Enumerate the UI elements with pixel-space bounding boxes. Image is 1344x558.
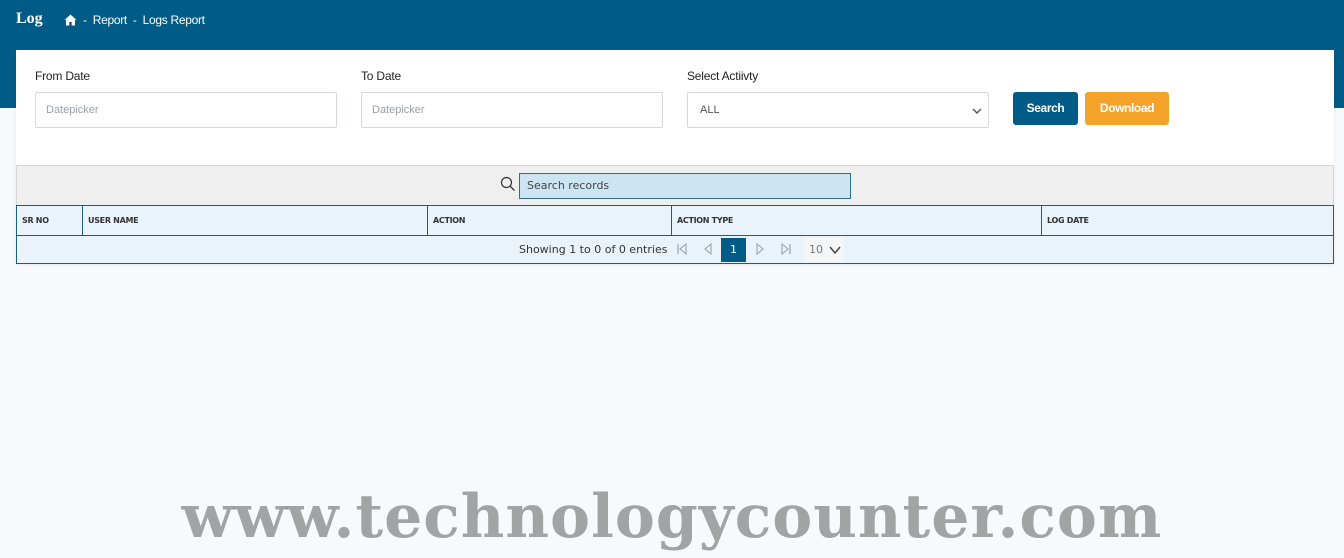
activity-select[interactable]: ALL: [687, 92, 989, 128]
chevron-down-icon: [972, 108, 982, 114]
breadcrumb-report[interactable]: Report: [93, 13, 128, 27]
chevron-down-icon: [829, 246, 841, 255]
page-size-value: 10: [809, 243, 823, 256]
column-header-user-name[interactable]: USER NAME: [83, 206, 428, 235]
column-header-log-date[interactable]: LOG DATE: [1042, 206, 1333, 235]
current-page-button[interactable]: 1: [721, 238, 746, 262]
next-page-icon[interactable]: [754, 243, 766, 255]
breadcrumb-separator: -: [132, 13, 137, 27]
page-size-select[interactable]: 10: [804, 238, 844, 262]
grid-toolbar: Search records: [16, 165, 1334, 205]
column-header-action-type[interactable]: ACTION TYPE: [672, 206, 1042, 235]
breadcrumb-logs-report[interactable]: Logs Report: [143, 13, 205, 27]
pager-info: Showing 1 to 0 of 0 entries: [519, 243, 668, 256]
column-header-action[interactable]: ACTION: [428, 206, 672, 235]
column-header-sr-no[interactable]: SR NO: [17, 206, 83, 235]
home-icon[interactable]: [64, 14, 77, 26]
search-button[interactable]: Search: [1013, 92, 1078, 125]
search-icon: [500, 176, 515, 191]
grid-header: SR NO USER NAME ACTION ACTION TYPE LOG D…: [16, 205, 1334, 236]
activity-selected-value: ALL: [700, 104, 720, 116]
last-page-icon[interactable]: [780, 243, 792, 255]
activity-label: Select Actiivty: [687, 69, 759, 83]
breadcrumb-separator: -: [83, 13, 87, 27]
page-title: Log: [16, 10, 43, 27]
grid-pager: Showing 1 to 0 of 0 entries 1 10: [16, 236, 1334, 264]
previous-page-icon[interactable]: [702, 243, 714, 255]
download-button[interactable]: Download: [1085, 92, 1169, 125]
from-date-input[interactable]: [35, 92, 337, 128]
to-date-label: To Date: [361, 69, 401, 83]
breadcrumb: - Report - Logs Report: [64, 13, 205, 27]
from-date-label: From Date: [35, 69, 90, 83]
to-date-input[interactable]: [361, 92, 663, 128]
grid-search-input[interactable]: Search records: [519, 173, 851, 199]
first-page-icon[interactable]: [676, 243, 688, 255]
watermark: www.technologycounter.com: [181, 482, 1163, 552]
logs-grid: Search records SR NO USER NAME ACTION AC…: [16, 165, 1334, 264]
